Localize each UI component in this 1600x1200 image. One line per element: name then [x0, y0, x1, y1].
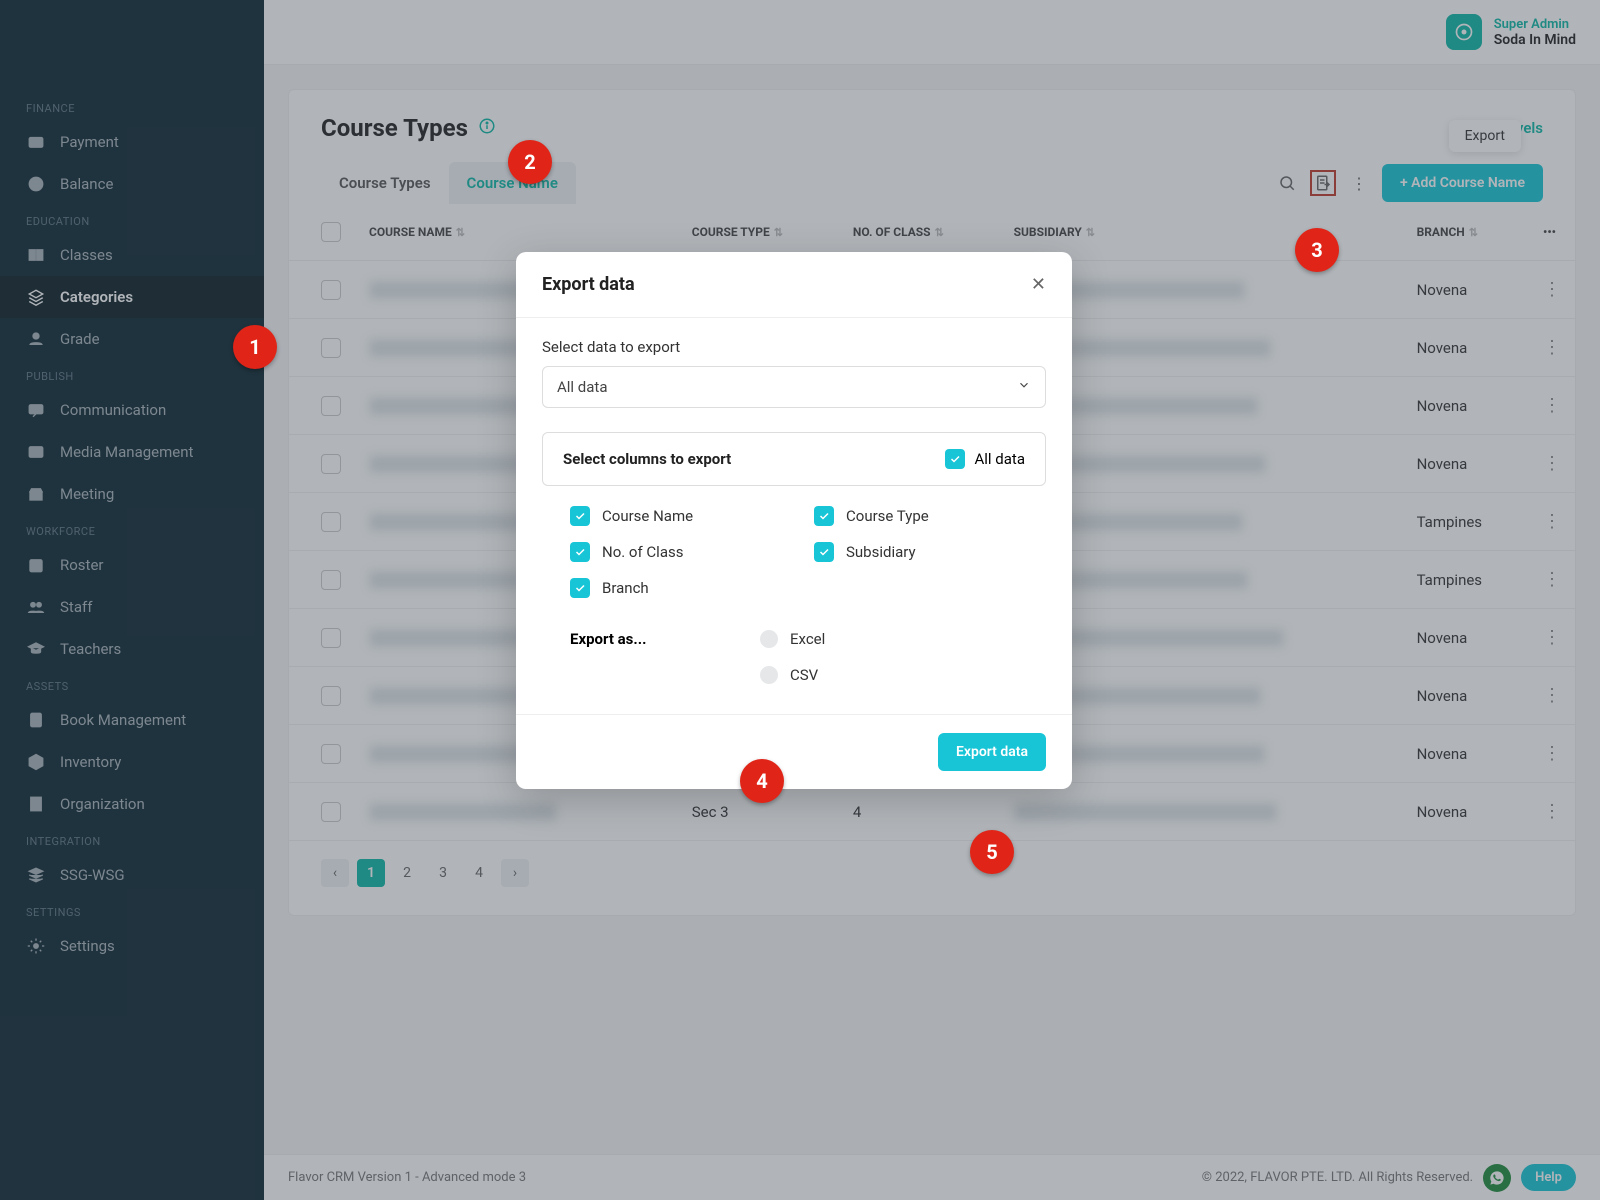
column-checkbox-course-name[interactable]: Course Name — [570, 506, 774, 526]
select-data-label: Select data to export — [542, 338, 1046, 356]
callout-3: 3 — [1295, 228, 1339, 272]
column-checkbox-branch[interactable]: Branch — [570, 578, 774, 598]
export-modal: Export data ✕ Select data to export All … — [516, 252, 1072, 789]
callout-4: 4 — [740, 759, 784, 803]
select-data-dropdown[interactable]: All data — [542, 366, 1046, 408]
callout-2: 2 — [508, 140, 552, 184]
callout-5: 5 — [970, 830, 1014, 874]
column-checkbox-no-of-class[interactable]: No. of Class — [570, 542, 774, 562]
column-checkbox-subsidiary[interactable]: Subsidiary — [814, 542, 1018, 562]
modal-title: Export data — [542, 274, 635, 295]
all-data-checkbox[interactable] — [945, 449, 965, 469]
export-data-button[interactable]: Export data — [938, 733, 1046, 771]
chevron-down-icon — [1017, 378, 1031, 396]
export-as-label: Export as... — [570, 630, 760, 684]
callout-1: 1 — [233, 325, 277, 369]
format-radio-excel[interactable]: Excel — [760, 630, 825, 648]
close-icon[interactable]: ✕ — [1031, 274, 1046, 295]
columns-panel-title: Select columns to export — [563, 450, 731, 468]
column-checkbox-course-type[interactable]: Course Type — [814, 506, 1018, 526]
format-radio-csv[interactable]: CSV — [760, 666, 825, 684]
